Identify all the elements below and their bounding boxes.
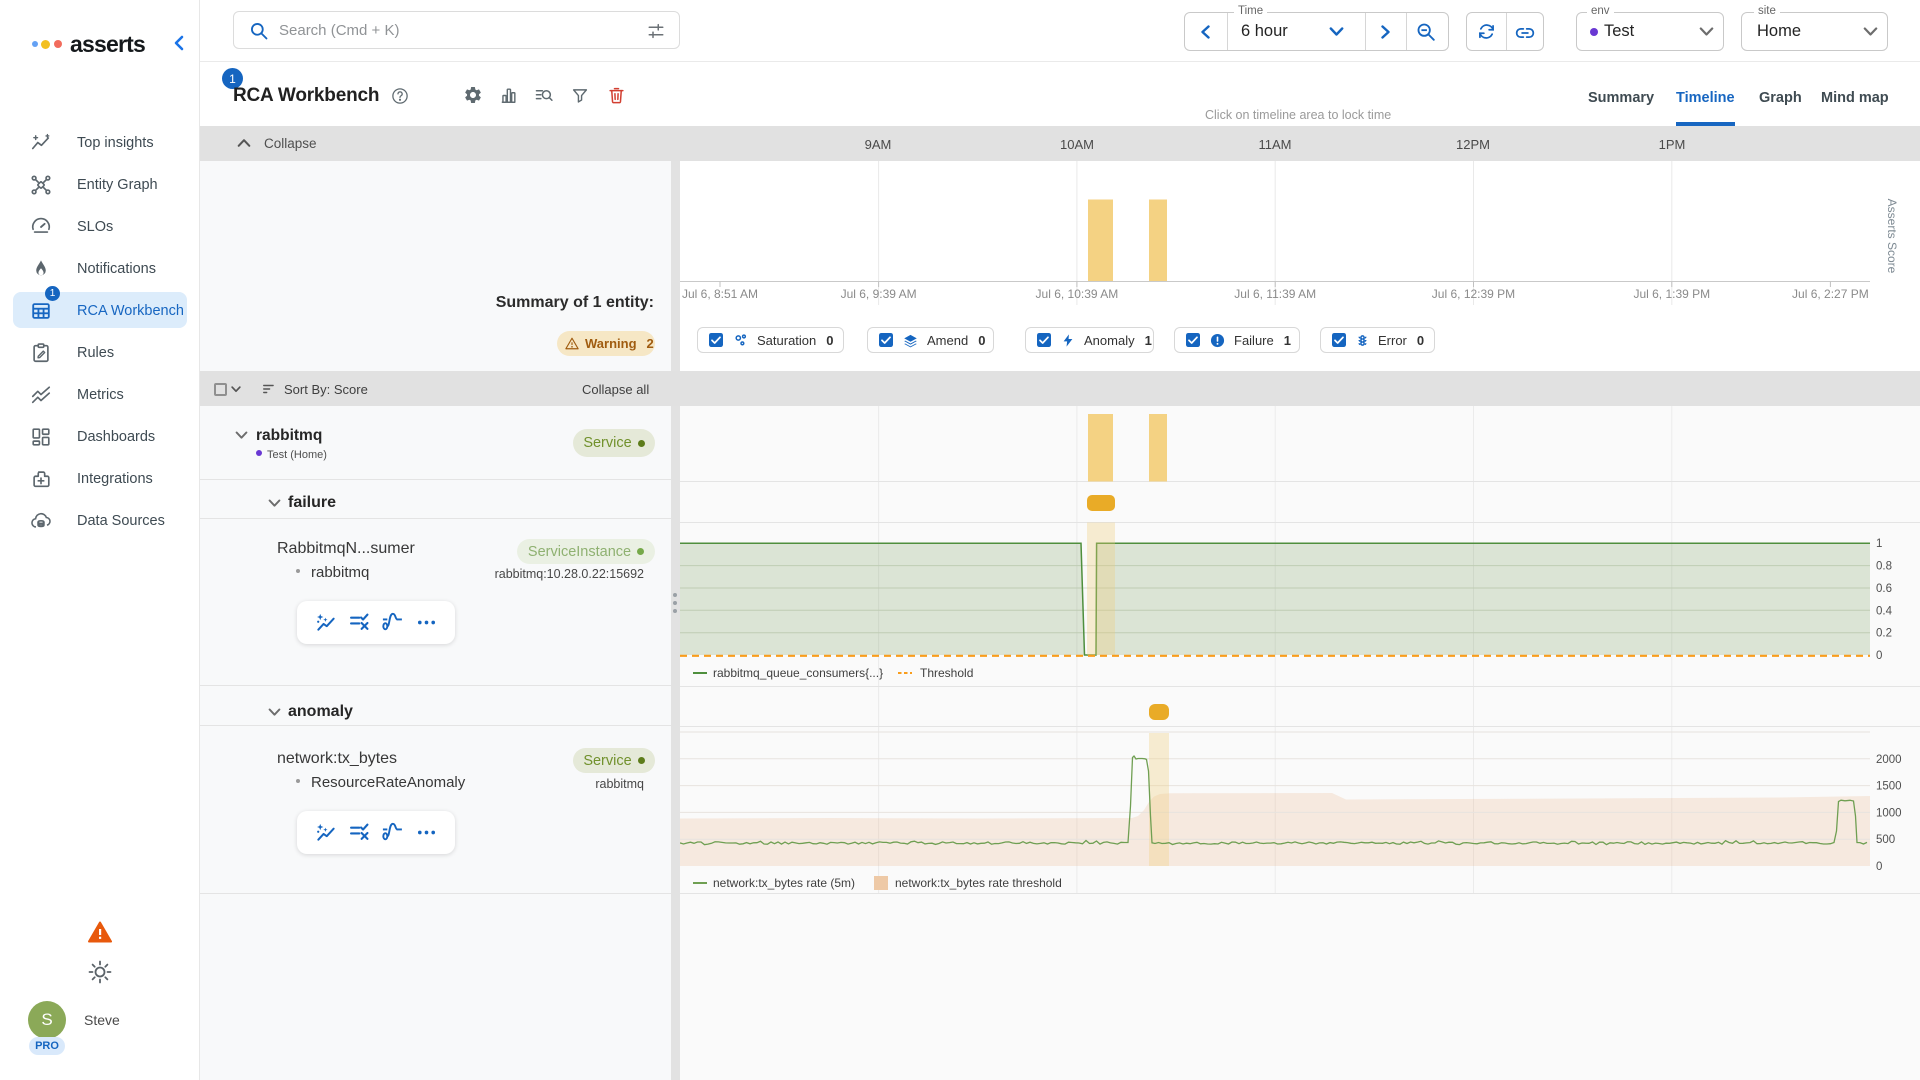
svg-text:0: 0 [1876, 861, 1882, 873]
svg-text:0.8: 0.8 [1876, 561, 1892, 573]
svg-text:0.4: 0.4 [1876, 605, 1893, 617]
svg-text:1: 1 [1876, 538, 1882, 550]
svg-text:Jul 6, 8:51 AM: Jul 6, 8:51 AM [682, 287, 758, 301]
svg-text:1500: 1500 [1876, 781, 1902, 793]
svg-text:network:tx_bytes rate (5m): network:tx_bytes rate (5m) [713, 876, 855, 890]
svg-text:500: 500 [1876, 834, 1895, 846]
svg-text:rabbitmq_queue_consumers{...}: rabbitmq_queue_consumers{...} [713, 666, 883, 680]
svg-text:Threshold: Threshold [920, 666, 973, 680]
svg-text:Jul 6, 10:39 AM: Jul 6, 10:39 AM [1036, 287, 1119, 301]
svg-text:0: 0 [1876, 650, 1882, 662]
svg-text:2000: 2000 [1876, 754, 1902, 766]
svg-text:0.2: 0.2 [1876, 628, 1892, 640]
svg-text:1000: 1000 [1876, 807, 1902, 819]
svg-text:network:tx_bytes rate threshol: network:tx_bytes rate threshold [895, 876, 1062, 890]
svg-text:Jul 6, 9:39 AM: Jul 6, 9:39 AM [841, 287, 917, 301]
svg-text:Jul 6, 11:39 AM: Jul 6, 11:39 AM [1234, 287, 1316, 301]
svg-text:Jul 6, 12:39 PM: Jul 6, 12:39 PM [1432, 287, 1515, 301]
svg-text:Jul 6, 2:27 PM: Jul 6, 2:27 PM [1792, 287, 1869, 301]
svg-text:Jul 6, 1:39 PM: Jul 6, 1:39 PM [1633, 287, 1710, 301]
svg-text:Asserts Score: Asserts Score [1885, 199, 1899, 274]
svg-text:0.6: 0.6 [1876, 583, 1892, 595]
